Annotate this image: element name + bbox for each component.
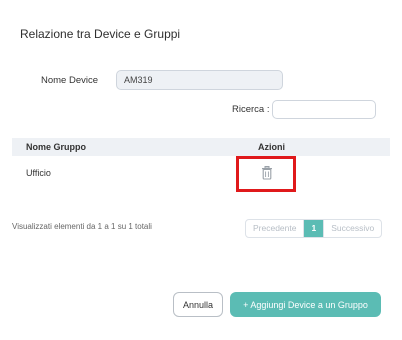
pagination-info: Visualizzati elementi da 1 a 1 su 1 tota… (12, 222, 152, 231)
device-name-label: Nome Device (41, 75, 99, 86)
modal-title: Relazione tra Device e Gruppi (20, 27, 181, 41)
next-page-button[interactable]: Successivo (323, 220, 381, 237)
table-header: Nome Gruppo Azioni (12, 138, 390, 156)
search-label: Ricerca : (232, 104, 270, 115)
cancel-button[interactable]: Annulla (173, 292, 223, 317)
page-1-button[interactable]: 1 (304, 220, 324, 237)
table-row: Ufficio (12, 160, 390, 188)
add-device-to-group-button[interactable]: + Aggiungi Device a un Gruppo (230, 292, 381, 317)
column-header-actions: Azioni (258, 142, 285, 152)
previous-page-button[interactable]: Precedente (246, 220, 305, 237)
device-name-field: AM319 (116, 70, 283, 90)
column-header-group-name: Nome Gruppo (26, 142, 86, 152)
trash-icon[interactable] (261, 166, 273, 180)
group-name-cell: Ufficio (26, 168, 51, 178)
search-input[interactable] (272, 100, 376, 119)
pagination: Precedente 1 Successivo (245, 219, 383, 238)
